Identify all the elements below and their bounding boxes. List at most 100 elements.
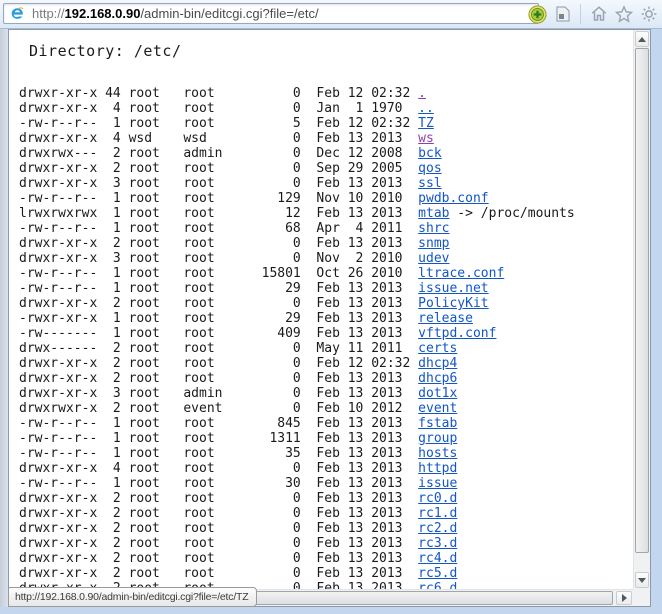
- file-meta: drwxrwx--- 2 root admin 0 Dec 12 2008: [19, 146, 418, 161]
- file-meta: drwxr-xr-x 2 root root 0 Feb 13 2013: [19, 521, 418, 536]
- file-row: -rw-r--r-- 1 root root 1311 Feb 13 2013 …: [19, 431, 633, 446]
- file-meta: drwxr-xr-x 2 root root 0 Feb 13 2013: [19, 551, 418, 566]
- file-link[interactable]: certs: [418, 341, 457, 356]
- file-link[interactable]: release: [418, 311, 473, 326]
- file-link[interactable]: PolicyKit: [418, 296, 488, 311]
- window-frame-bottom: [0, 607, 662, 614]
- file-link[interactable]: issue.net: [418, 281, 488, 296]
- file-row: -rw-r--r-- 1 root root 30 Feb 13 2013 is…: [19, 476, 633, 491]
- file-row: drwxr-xr-x 2 root root 0 Feb 13 2013 rc2…: [19, 521, 633, 536]
- file-meta: lrwxrwxrwx 1 root root 12 Feb 13 2013: [19, 206, 418, 221]
- file-meta: drwxr-xr-x 2 root root 0 Feb 13 2013: [19, 371, 418, 386]
- file-link[interactable]: qos: [418, 161, 441, 176]
- file-link[interactable]: rc2.d: [418, 521, 457, 536]
- scroll-right-icon: [622, 594, 627, 602]
- file-link[interactable]: hosts: [418, 446, 457, 461]
- file-meta: drwxr-xr-x 2 root root 0 Feb 12 02:32: [19, 356, 418, 371]
- file-row: drwxr-xr-x 3 root root 0 Feb 13 2013 ssl: [19, 176, 633, 191]
- symlink-target: -> /proc/mounts: [449, 206, 574, 221]
- file-listing: drwxr-xr-x 44 root root 0 Feb 12 02:32 .…: [19, 86, 633, 589]
- file-link[interactable]: dhcp6: [418, 371, 457, 386]
- file-link[interactable]: pwdb.conf: [418, 191, 488, 206]
- scrollbar-corner: [633, 589, 650, 606]
- browser-toolbar: http://192.168.0.90/admin-bin/editcgi.cg…: [0, 0, 662, 29]
- addon-plus-icon[interactable]: [528, 4, 547, 24]
- file-link[interactable]: dhcp4: [418, 356, 457, 371]
- file-link[interactable]: bck: [418, 146, 441, 161]
- file-link[interactable]: rc3.d: [418, 536, 457, 551]
- file-link[interactable]: dot1x: [418, 386, 457, 401]
- file-link[interactable]: ws: [418, 131, 434, 146]
- file-row: -rw-r--r-- 1 root root 5 Feb 12 02:32 TZ: [19, 116, 633, 131]
- file-link[interactable]: issue: [418, 476, 457, 491]
- file-row: drwxr-xr-x 2 root root 0 Feb 13 2013 Pol…: [19, 296, 633, 311]
- window-frame-left: [0, 29, 8, 614]
- file-link[interactable]: fstab: [418, 416, 457, 431]
- file-link[interactable]: rc4.d: [418, 551, 457, 566]
- file-row: drwxr-xr-x 2 root root 0 Feb 13 2013 dhc…: [19, 371, 633, 386]
- file-meta: -rw-r--r-- 1 root root 5 Feb 12 02:32: [19, 116, 418, 131]
- address-bar[interactable]: http://192.168.0.90/admin-bin/editcgi.cg…: [3, 3, 539, 24]
- file-link[interactable]: ..: [418, 101, 434, 116]
- window-frame-right: [651, 29, 662, 614]
- favorites-star-icon[interactable]: [614, 4, 633, 24]
- file-link[interactable]: TZ: [418, 116, 434, 131]
- compatibility-view-icon[interactable]: [553, 4, 572, 24]
- file-meta: -rw-r--r-- 1 root root 35 Feb 13 2013: [19, 446, 418, 461]
- file-meta: -rw-r--r-- 1 root root 15801 Oct 26 2010: [19, 266, 418, 281]
- url-text: http://192.168.0.90/admin-bin/editcgi.cg…: [32, 6, 319, 21]
- file-link[interactable]: rc5.d: [418, 566, 457, 581]
- scroll-up-icon: [638, 37, 646, 42]
- file-row: -rw------- 1 root root 409 Feb 13 2013 v…: [19, 326, 633, 341]
- toolbar-button-group: [528, 0, 660, 28]
- file-meta: drwxr-xr-x 4 wsd wsd 0 Feb 13 2013: [19, 131, 418, 146]
- file-link[interactable]: .: [418, 86, 426, 101]
- scroll-down-button[interactable]: [635, 572, 649, 588]
- page-content: Directory: /etc/ drwxr-xr-x 44 root root…: [9, 30, 633, 589]
- file-row: drwxr-xr-x 2 root root 0 Feb 13 2013 rc3…: [19, 536, 633, 551]
- file-row: -rw-r--r-- 1 root root 29 Feb 13 2013 is…: [19, 281, 633, 296]
- tools-gear-icon[interactable]: [639, 4, 658, 24]
- file-link[interactable]: mtab: [418, 206, 449, 221]
- scroll-right-button[interactable]: [616, 591, 632, 605]
- ie-logo-icon: [8, 4, 27, 24]
- file-link[interactable]: ltrace.conf: [418, 266, 504, 281]
- file-meta: drwxr-xr-x 44 root root 0 Feb 12 02:32: [19, 86, 418, 101]
- file-meta: drwxr-xr-x 2 root root 0 Feb 13 2013: [19, 506, 418, 521]
- page-title: Directory: /etc/: [29, 44, 633, 59]
- file-meta: drwxr-xr-x 4 root root 0 Jan 1 1970: [19, 101, 418, 116]
- file-row: -rw-r--r-- 1 root root 15801 Oct 26 2010…: [19, 266, 633, 281]
- file-row: -rwxr-xr-x 1 root root 29 Feb 13 2013 re…: [19, 311, 633, 326]
- file-row: drwxr-xr-x 2 root root 0 Feb 13 2013 rc0…: [19, 491, 633, 506]
- file-row: -rw-r--r-- 1 root root 129 Nov 10 2010 p…: [19, 191, 633, 206]
- url-domain: 192.168.0.90: [65, 6, 141, 21]
- file-row: drwxr-xr-x 4 wsd wsd 0 Feb 13 2013 ws: [19, 131, 633, 146]
- vertical-scroll-thumb[interactable]: [635, 48, 649, 553]
- file-row: lrwxrwxrwx 1 root root 12 Feb 13 2013 mt…: [19, 206, 633, 221]
- file-link[interactable]: rc0.d: [418, 491, 457, 506]
- file-link[interactable]: shrc: [418, 221, 449, 236]
- file-link[interactable]: event: [418, 401, 457, 416]
- file-link[interactable]: snmp: [418, 236, 449, 251]
- file-link[interactable]: rc6.d: [418, 581, 457, 589]
- file-meta: -rw-r--r-- 1 root root 845 Feb 13 2013: [19, 416, 418, 431]
- file-meta: drwxr-xr-x 2 root root 0 Feb 13 2013: [19, 536, 418, 551]
- file-link[interactable]: vftpd.conf: [418, 326, 496, 341]
- file-link[interactable]: httpd: [418, 461, 457, 476]
- file-row: drwxr-xr-x 2 root root 0 Feb 13 2013 snm…: [19, 236, 633, 251]
- vertical-scrollbar[interactable]: [633, 30, 650, 589]
- file-meta: -rw------- 1 root root 409 Feb 13 2013: [19, 326, 418, 341]
- scroll-up-button[interactable]: [635, 31, 649, 47]
- file-row: drwxr-xr-x 2 root root 0 Feb 13 2013 rc4…: [19, 551, 633, 566]
- status-tooltip: http://192.168.0.90/admin-bin/editcgi.cg…: [8, 587, 257, 607]
- file-meta: drwxr-xr-x 2 root root 0 Feb 13 2013: [19, 491, 418, 506]
- file-link[interactable]: ssl: [418, 176, 441, 191]
- file-link[interactable]: rc1.d: [418, 506, 457, 521]
- home-icon[interactable]: [589, 4, 608, 24]
- file-link[interactable]: group: [418, 431, 457, 446]
- file-meta: drwxr-xr-x 2 root root 0 Sep 29 2005: [19, 161, 418, 176]
- file-meta: drwxr-xr-x 3 root root 0 Nov 2 2010: [19, 251, 418, 266]
- file-row: drwxr-xr-x 2 root root 0 Sep 29 2005 qos: [19, 161, 633, 176]
- file-link[interactable]: udev: [418, 251, 449, 266]
- file-row: drwxrwxr-x 2 root event 0 Feb 10 2012 ev…: [19, 401, 633, 416]
